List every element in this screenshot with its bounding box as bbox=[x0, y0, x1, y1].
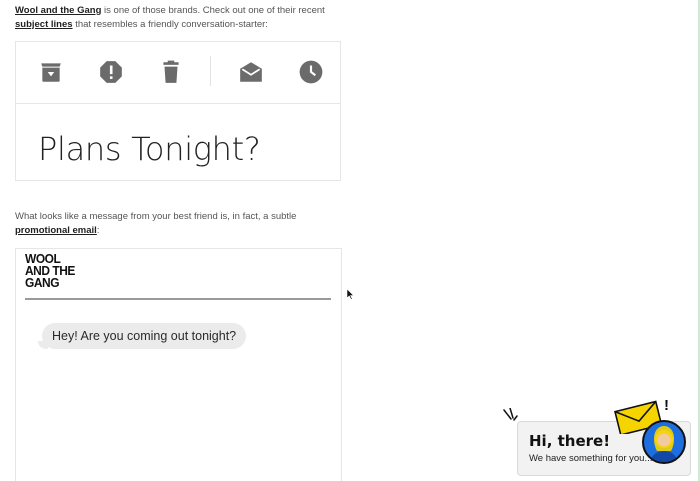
intro-text-2: that resembles a friendly conversation-s… bbox=[72, 18, 268, 30]
delete-icon bbox=[163, 60, 179, 83]
explanation-paragraph: What looks like a message from your best… bbox=[15, 210, 345, 238]
inbox-mock-card: Plans Tonight? bbox=[15, 41, 341, 181]
chat-bubble: Hey! Are you coming out tonight? bbox=[42, 323, 247, 349]
report-spam-icon bbox=[100, 61, 122, 83]
wool-and-the-gang-link[interactable]: Wool and the Gang bbox=[15, 5, 101, 16]
page: Wool and the Gang is one of those brands… bbox=[0, 0, 700, 481]
person-icon bbox=[650, 426, 678, 462]
subject-lines-link[interactable]: subject lines bbox=[15, 19, 73, 30]
mouse-cursor-icon bbox=[347, 289, 355, 300]
email-preview-card: WOOL AND THE GANG Hey! Are you coming ou… bbox=[15, 248, 342, 481]
chat-widget-subtitle: We have something for you... bbox=[529, 453, 653, 464]
support-agent-avatar[interactable] bbox=[642, 420, 686, 464]
intro-paragraph: Wool and the Gang is one of those brands… bbox=[15, 4, 345, 32]
explanation-text-2: : bbox=[96, 224, 100, 236]
intro-text-1: is one of those brands. Check out one of… bbox=[101, 4, 325, 16]
brand-logo: WOOL AND THE GANG bbox=[25, 252, 79, 290]
explanation-text-1: What looks like a message from your best… bbox=[15, 210, 297, 222]
header-divider bbox=[25, 298, 331, 300]
logo-line-3: GANG bbox=[25, 275, 60, 290]
exclamation-mark: ! bbox=[664, 397, 669, 414]
mark-unread-icon bbox=[240, 62, 262, 82]
promotional-email-link[interactable]: promotional email bbox=[15, 225, 97, 236]
chat-widget-title: Hi, there! bbox=[529, 432, 611, 450]
toolbar-divider bbox=[210, 56, 211, 86]
email-subject-line: Plans Tonight? bbox=[38, 130, 261, 168]
inbox-toolbar bbox=[16, 42, 340, 104]
snooze-icon bbox=[299, 60, 323, 84]
archive-icon bbox=[41, 63, 61, 82]
